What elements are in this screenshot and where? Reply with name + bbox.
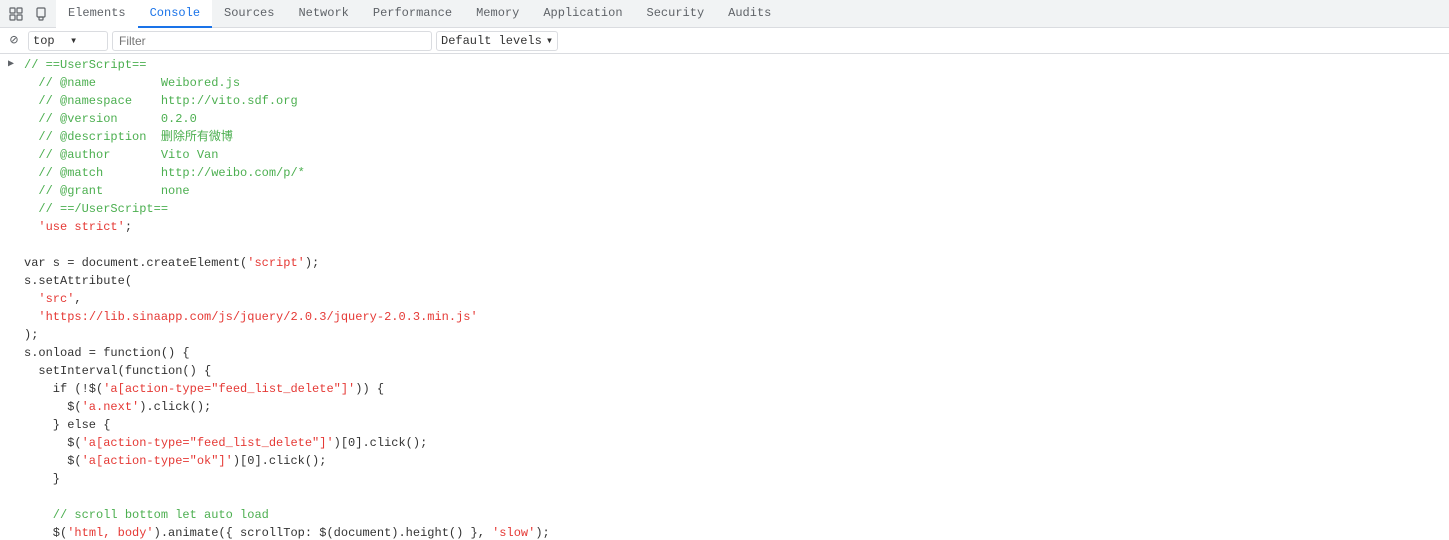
console-line: ); [0, 326, 1449, 344]
tab-sources[interactable]: Sources [212, 0, 286, 28]
console-line: // @name Weibored.js [0, 74, 1449, 92]
device-toggle-btn[interactable] [30, 2, 54, 26]
console-line: $('a[action-type="ok"]')[0].click(); [0, 452, 1449, 470]
tab-security[interactable]: Security [635, 0, 717, 28]
console-toolbar: ⊘ top ▾ Default levels ▾ [0, 28, 1449, 54]
console-line: // @description 删除所有微博 [0, 128, 1449, 146]
console-line: ▶ // ==UserScript== [0, 56, 1449, 74]
console-line: if (!$('a[action-type="feed_list_delete"… [0, 380, 1449, 398]
console-line: setInterval(function() { [0, 362, 1449, 380]
chevron-down-icon: ▾ [546, 33, 553, 48]
tab-console[interactable]: Console [138, 0, 212, 28]
console-line: $('a[action-type="feed_list_delete"]')[0… [0, 434, 1449, 452]
console-line: // ==/UserScript== [0, 200, 1449, 218]
ban-icon-btn[interactable]: ⊘ [4, 31, 24, 51]
console-line: } [0, 470, 1449, 488]
tab-performance[interactable]: Performance [361, 0, 464, 28]
console-line [0, 236, 1449, 254]
console-line: 'use strict'; [0, 218, 1449, 236]
log-levels-selector[interactable]: Default levels ▾ [436, 31, 558, 51]
console-line: $('html, body').animate({ scrollTop: $(d… [0, 524, 1449, 540]
console-line: $('a.next').click(); [0, 398, 1449, 416]
devtools-tab-bar: Elements Console Sources Network Perform… [0, 0, 1449, 28]
filter-input[interactable] [112, 31, 432, 51]
context-selector[interactable]: top ▾ [28, 31, 108, 51]
chevron-down-icon: ▾ [70, 33, 103, 48]
inspect-icon-btn[interactable] [4, 2, 28, 26]
tab-network[interactable]: Network [286, 0, 360, 28]
expand-arrow-icon[interactable]: ▶ [8, 57, 14, 72]
console-line: // @grant none [0, 182, 1449, 200]
console-line: 'src', [0, 290, 1449, 308]
console-line: s.setAttribute( [0, 272, 1449, 290]
tab-elements[interactable]: Elements [56, 0, 138, 28]
console-output: ▶ // ==UserScript== // @name Weibored.js… [0, 54, 1449, 540]
console-line: // @author Vito Van [0, 146, 1449, 164]
console-line: var s = document.createElement('script')… [0, 254, 1449, 272]
tab-audits[interactable]: Audits [716, 0, 783, 28]
console-line: } else { [0, 416, 1449, 434]
console-line: // scroll bottom let auto load [0, 506, 1449, 524]
console-line [0, 488, 1449, 506]
tab-application[interactable]: Application [531, 0, 634, 28]
console-line: 'https://lib.sinaapp.com/js/jquery/2.0.3… [0, 308, 1449, 326]
tab-memory[interactable]: Memory [464, 0, 531, 28]
console-line: s.onload = function() { [0, 344, 1449, 362]
console-line: // @namespace http://vito.sdf.org [0, 92, 1449, 110]
console-line: // @match http://weibo.com/p/* [0, 164, 1449, 182]
console-line: // @version 0.2.0 [0, 110, 1449, 128]
